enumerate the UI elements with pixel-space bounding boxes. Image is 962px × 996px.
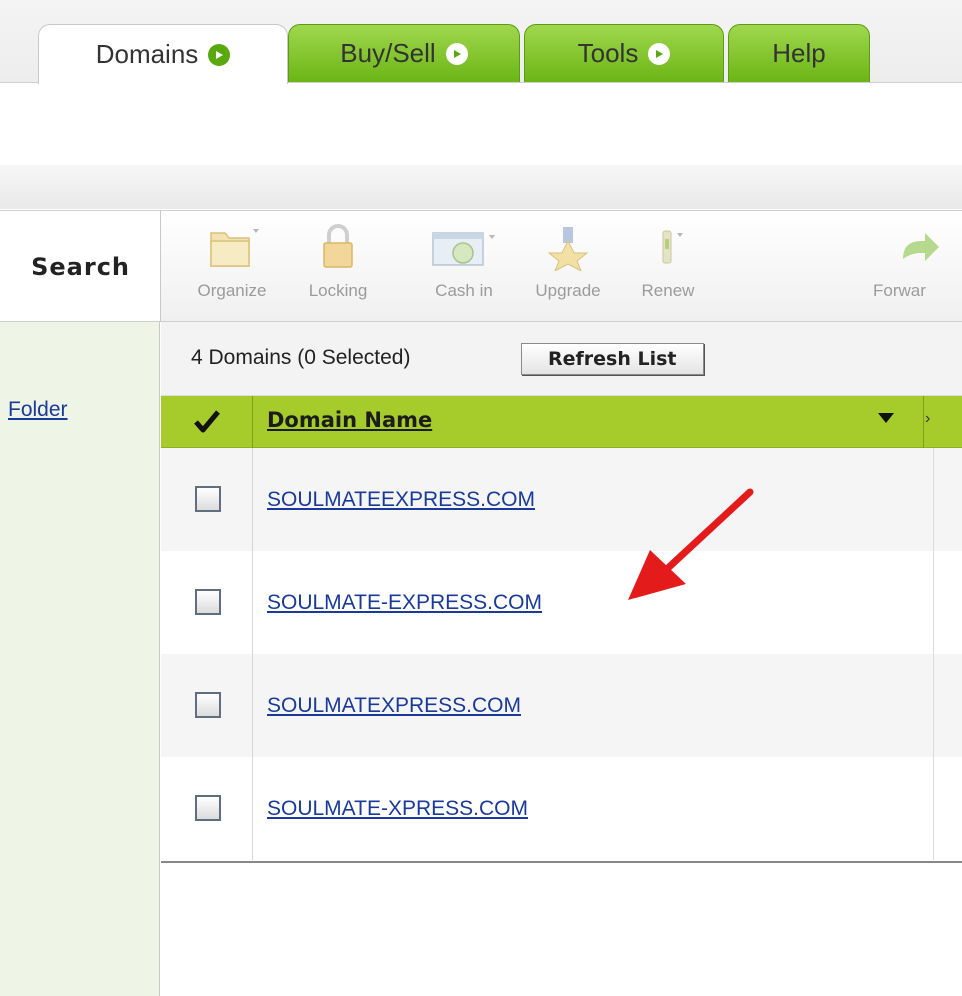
domain-table: SOULMATEEXPRESS.COM SOULMATE-EXPRESS.COM… — [161, 448, 962, 860]
tab-domains-label: Domains — [95, 39, 199, 69]
cash-in-button[interactable]: Cash in — [409, 219, 519, 315]
forward-label: Forwar — [873, 281, 926, 300]
tab-domains[interactable]: Domains — [38, 24, 288, 84]
row-checkbox-cell — [161, 757, 253, 860]
row-checkbox[interactable] — [195, 795, 221, 821]
row-checkbox-cell — [161, 551, 253, 654]
top-tab-bar: Domains Buy/Sell Tools Help — [0, 0, 962, 84]
column-divider — [933, 448, 934, 551]
domain-list-header: 4 Domains (0 Selected) Refresh List — [161, 322, 962, 396]
row-checkbox[interactable] — [195, 692, 221, 718]
renew-button[interactable]: Renew — [623, 219, 713, 315]
forward-button[interactable]: Forwar — [713, 219, 962, 315]
locking-button[interactable]: Locking — [303, 219, 373, 315]
table-row: SOULMATE-XPRESS.COM — [161, 757, 962, 860]
domain-count-text: 4 Domains (0 Selected) — [191, 346, 411, 369]
row-checkbox-cell — [161, 654, 253, 757]
domain-link[interactable]: SOULMATE-XPRESS.COM — [267, 797, 528, 821]
domain-link[interactable]: SOULMATEXPRESS.COM — [267, 694, 521, 718]
column-divider — [933, 757, 934, 860]
gray-strip — [0, 165, 962, 209]
lock-icon — [303, 219, 373, 271]
select-all-toggle[interactable] — [161, 396, 253, 448]
search-panel-title: Search — [31, 253, 130, 281]
locking-label: Locking — [308, 281, 368, 300]
renew-label: Renew — [641, 281, 695, 300]
column-header-row: Domain Name › — [161, 396, 962, 448]
table-row: SOULMATE-EXPRESS.COM — [161, 551, 962, 654]
upgrade-button[interactable]: Upgrade — [533, 219, 603, 315]
play-arrow-icon — [208, 43, 231, 66]
folder-icon — [197, 219, 267, 271]
refresh-list-button[interactable]: Refresh List — [521, 343, 704, 375]
forward-icon — [713, 219, 962, 271]
play-arrow-icon — [648, 42, 671, 65]
upgrade-label: Upgrade — [535, 281, 601, 300]
organize-button[interactable]: Organize — [197, 219, 267, 315]
tab-buy-sell[interactable]: Buy/Sell — [288, 24, 520, 82]
table-row: SOULMATEEXPRESS.COM — [161, 448, 962, 551]
tab-tools-label: Tools — [577, 38, 639, 68]
tab-buy-sell-label: Buy/Sell — [340, 38, 436, 68]
tab-tools[interactable]: Tools — [524, 24, 724, 82]
row-checkbox-cell — [161, 448, 253, 551]
renew-icon — [623, 219, 713, 271]
chevron-right-icon[interactable]: › — [925, 410, 930, 428]
cash-in-label: Cash in — [435, 281, 493, 300]
table-row: SOULMATEXPRESS.COM — [161, 654, 962, 757]
row-checkbox[interactable] — [195, 589, 221, 615]
domain-link[interactable]: SOULMATEEXPRESS.COM — [267, 488, 535, 512]
content-band — [0, 83, 962, 165]
tab-help-label: Help — [772, 38, 826, 68]
table-bottom-border — [161, 861, 962, 863]
upgrade-icon — [533, 219, 603, 273]
sort-down-icon[interactable] — [877, 411, 895, 425]
organize-label: Organize — [197, 281, 267, 300]
tab-help[interactable]: Help — [728, 24, 870, 82]
play-arrow-icon — [445, 42, 468, 65]
domain-name-column-header[interactable]: Domain Name — [267, 408, 432, 432]
domain-link[interactable]: SOULMATE-EXPRESS.COM — [267, 591, 542, 615]
cash-in-icon — [419, 219, 509, 271]
checkmark-icon — [193, 410, 220, 433]
search-panel-header: Search — [0, 210, 160, 322]
column-divider — [923, 396, 924, 448]
row-checkbox[interactable] — [195, 486, 221, 512]
column-divider — [933, 654, 934, 757]
folder-link[interactable]: Folder — [8, 398, 68, 422]
left-sidebar: Folder — [0, 322, 160, 996]
domain-toolbar: Organize Locking Cash in Upgrade Renew F… — [160, 210, 962, 322]
column-divider — [933, 551, 934, 654]
